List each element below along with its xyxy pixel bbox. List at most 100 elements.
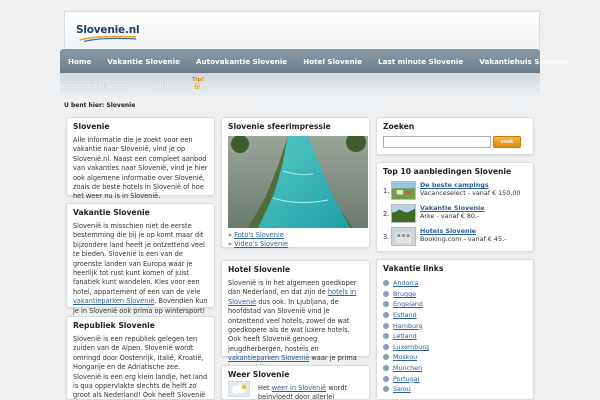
list-item: Salou <box>383 384 527 395</box>
breadcrumb-current[interactable]: Slovenie <box>106 102 135 109</box>
nav-vakantiehuis-slovenie[interactable]: Vakantiehuis Slovenie <box>471 57 577 66</box>
bullet-icon <box>383 354 389 361</box>
offer-item[interactable]: 2. Vakantie Slovenie Arke - vanaf € 80,- <box>383 204 527 224</box>
link-videos-row: » Video's Slovenie <box>228 240 363 249</box>
link-brugge[interactable]: Brugge <box>393 290 416 298</box>
box-weer-title: Weer Slovenie <box>228 370 290 379</box>
offer-number: 3. <box>383 233 390 241</box>
list-item: Letland <box>383 331 527 342</box>
nav-vakantie-slovenie[interactable]: Vakantie Slovenie <box>99 57 188 66</box>
link-portugal[interactable]: Portugal <box>393 375 419 383</box>
river-gorge-photo[interactable] <box>228 136 368 228</box>
nav-home[interactable]: Home <box>60 57 99 66</box>
box-vakantie-text: Slovenië is misschien niet de eerste bes… <box>73 222 208 316</box>
list-item: Hamburg <box>383 320 527 331</box>
box-sfeer-title: Slovenie sfeerimpressie <box>228 122 331 131</box>
link-salou[interactable]: Salou <box>393 385 411 393</box>
box-zoeken-title: Zoeken <box>383 122 415 131</box>
offer-subtitle: Vacanceselect - vanaf € 150,00 <box>420 189 521 197</box>
box-republiek-title: Republiek Slovenie <box>73 321 155 330</box>
weer-text-part1: Het <box>258 384 270 392</box>
box-vakantie-slovenie: Vakantie Slovenie Slovenië is misschien … <box>66 203 215 315</box>
nav-last-minute-slovenie[interactable]: Last minute Slovenie <box>370 57 471 66</box>
bullet-icon <box>383 290 389 297</box>
offer-item[interactable]: 3. Hotels Slovenie Booking.com - vanaf €… <box>383 227 527 247</box>
logo-swoosh-icon <box>79 35 137 42</box>
search-input[interactable] <box>383 136 491 148</box>
box-hotel-text: Slovenië is in het algemeen goedkoper da… <box>228 279 363 373</box>
link-letland[interactable]: Letland <box>393 332 417 340</box>
offer-thumbnail-hotel[interactable] <box>391 227 416 246</box>
videos-slovenie-link[interactable]: Video's Slovenie <box>234 240 288 248</box>
box-hotel-slovenie: Hotel Slovenie Slovenië is in het algeme… <box>221 260 370 372</box>
nav-hotel-slovenie[interactable]: Hotel Slovenie <box>295 57 370 66</box>
box-weer-text: Het weer in Slovenië wordt beïnvloedt do… <box>258 384 363 400</box>
box-hotel-title: Hotel Slovenie <box>228 265 291 274</box>
link-luxemburg[interactable]: Luxemburg <box>393 343 429 351</box>
weer-in-slovenie-link[interactable]: weer in Slovenië <box>272 384 327 392</box>
bullet-icon <box>383 343 389 350</box>
box-slovenie-title: Slovenie <box>73 122 110 131</box>
hotel-text-part2: dus ook. In Ljubljana, de hoofdstad van … <box>228 297 350 353</box>
link-andorra[interactable]: Andorra <box>393 279 418 287</box>
list-item: Luxemburg <box>383 342 527 353</box>
offer-thumbnail-vakantie[interactable] <box>391 204 416 223</box>
offer-title-link[interactable]: De beste campings <box>420 181 489 189</box>
offer-details: De beste campings Vacanceselect - vanaf … <box>420 181 520 197</box>
link-munchen[interactable]: Munchen <box>393 364 422 372</box>
offer-details: Hotels Slovenie Booking.com - vanaf € 45… <box>420 227 506 243</box>
bullet-icon <box>383 333 389 340</box>
list-item: Munchen <box>383 363 527 374</box>
offer-title-link[interactable]: Hotels Slovenie <box>420 227 476 235</box>
search-form: zoek <box>383 136 527 148</box>
offer-thumbnail-camping[interactable] <box>391 181 416 200</box>
list-item: Brugge <box>383 289 527 300</box>
subnav-informatie-slovenie[interactable]: Informatie Slovenie <box>60 82 128 90</box>
breadcrumb: U bent hier: Slovenie <box>64 102 135 109</box>
list-item: Portugal <box>383 373 527 384</box>
bullet-icon <box>383 375 389 382</box>
box-zoeken: Zoeken zoek <box>376 117 534 155</box>
fotos-slovenie-link[interactable]: Foto's Slovenie <box>234 231 284 239</box>
offer-item[interactable]: 1. De beste campings Vacanceselect - van… <box>383 181 527 201</box>
bullet-icon <box>383 301 389 308</box>
link-prefix-1: » <box>228 231 233 239</box>
offer-number: 2. <box>383 210 390 218</box>
subnav-links-slovenie[interactable]: Links Slovenie <box>156 82 206 90</box>
vakantie-links-list: Andorra Brugge Engeland Estland Hamburg … <box>383 278 527 395</box>
offer-number: 1. <box>383 187 390 195</box>
link-estland[interactable]: Estland <box>393 311 417 319</box>
link-prefix-2: » <box>228 239 233 248</box>
offer-subtitle: Booking.com - vanaf € 45,- <box>420 235 507 243</box>
weather-cloud-icon <box>228 381 250 397</box>
search-button[interactable]: zoek <box>493 136 521 148</box>
nav-autovakantie-slovenie[interactable]: Autovakantie Slovenie <box>188 57 295 66</box>
breadcrumb-prefix: U bent hier: <box>64 102 105 109</box>
bullet-icon <box>383 312 389 319</box>
link-engeland[interactable]: Engeland <box>393 300 423 308</box>
offer-title-link[interactable]: Vakantie Slovenie <box>420 204 485 212</box>
box-sfeerimpressie: Slovenie sfeerimpressie » Foto's Sloveni… <box>221 117 370 248</box>
box-top10-aanbiedingen: Top 10 aanbiedingen Slovenie 1. De beste… <box>376 162 534 252</box>
link-hamburg[interactable]: Hamburg <box>393 322 423 330</box>
box-republiek-text: Slovenië is een republiek gelegen ten zu… <box>73 335 208 400</box>
site-logo[interactable]: Slovenie.nl <box>76 24 140 42</box>
list-item: Moskou <box>383 352 527 363</box>
box-weer-slovenie: Weer Slovenie Het weer in Slovenië wordt… <box>221 365 370 400</box>
list-item: Andorra <box>383 278 527 289</box>
box-vakantie-links-title: Vakantie links <box>383 264 444 273</box>
box-vakantie-title: Vakantie Slovenie <box>73 208 150 217</box>
link-moskou[interactable]: Moskou <box>393 353 417 361</box>
bullet-icon <box>383 322 389 329</box>
offer-subtitle: Arke - vanaf € 80,- <box>420 212 480 220</box>
box-slovenie: Slovenie Alle informatie die je zoekt vo… <box>66 117 215 200</box>
box-republiek-slovenie: Republiek Slovenie Slovenië is een repub… <box>66 316 215 400</box>
offer-details: Vakantie Slovenie Arke - vanaf € 80,- <box>420 204 485 220</box>
bullet-icon <box>383 280 389 287</box>
link-fotos-row: » Foto's Slovenie <box>228 231 363 240</box>
vakantieparken-link[interactable]: vakantieparken Slovenië <box>73 297 154 305</box>
box-vakantie-links: Vakantie links Andorra Brugge Engeland E… <box>376 259 534 400</box>
hotel-vakantieparken-link[interactable]: vakantieparken Slovenië <box>228 354 309 362</box>
list-item: Engeland <box>383 299 527 310</box>
box-slovenie-text: Alle informatie die je zoekt voor een va… <box>73 136 208 201</box>
